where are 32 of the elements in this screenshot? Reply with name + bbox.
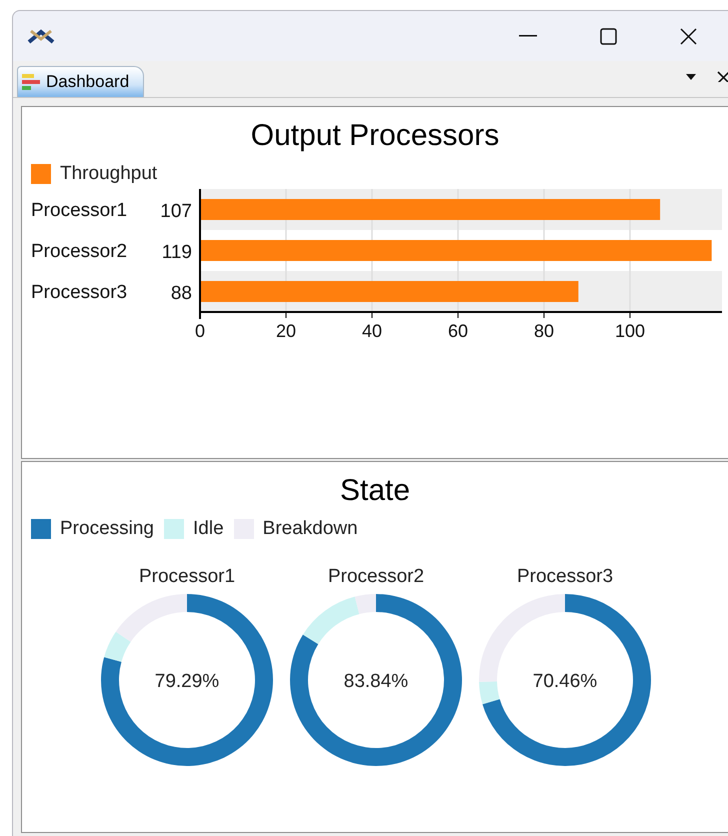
tick-label: 20 — [276, 321, 296, 339]
donut-title: Processor3 — [516, 566, 614, 588]
legend-item: Throughput — [31, 163, 158, 185]
percentage-label: 70.46% — [532, 671, 598, 692]
legend-item: Idle — [164, 518, 224, 540]
category-label: Processor1 — [31, 200, 128, 221]
tick-label: 80 — [534, 321, 554, 339]
legend-item: Processing — [31, 518, 154, 540]
percentage-label: 79.29% — [154, 671, 220, 692]
bar-chart-icon — [22, 73, 40, 91]
value-label: 119 — [162, 242, 192, 263]
value-label: 107 — [160, 201, 192, 222]
close-icon — [680, 28, 696, 44]
donut-title: Processor2 — [328, 566, 424, 588]
chart-title: Output Processors — [250, 119, 500, 153]
chart-title: State — [338, 474, 412, 508]
close-icon[interactable] — [717, 71, 728, 82]
dropdown-icon[interactable] — [686, 74, 696, 80]
tick-label: 40 — [362, 321, 382, 339]
app-logo-icon — [27, 27, 55, 45]
category-label: Processor2 — [31, 241, 128, 262]
category-label: Processor3 — [31, 282, 128, 303]
donut-title: Processor1 — [138, 566, 236, 588]
maximize-icon — [600, 28, 616, 44]
percentage-label: 83.84% — [344, 671, 408, 692]
tab[interactable]: Dashboard — [17, 66, 144, 97]
tick-label: 60 — [448, 321, 468, 339]
tick-label: 0 — [195, 321, 205, 339]
value-label: 88 — [170, 283, 192, 304]
tick-label: 100 — [614, 321, 645, 339]
minimize-icon — [519, 35, 537, 37]
legend-item: Breakdown — [234, 518, 358, 540]
